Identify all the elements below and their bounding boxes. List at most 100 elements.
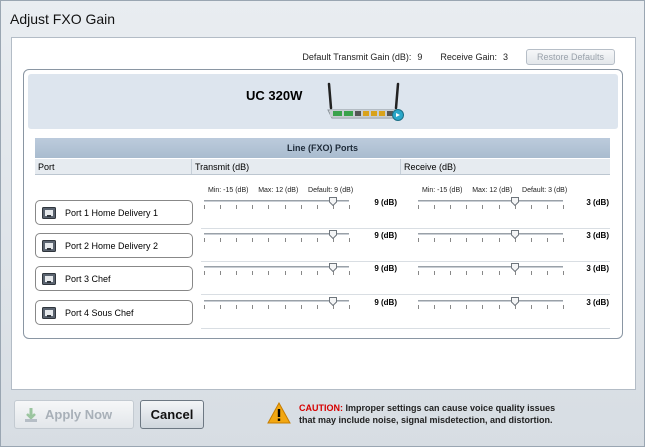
slider-tick (418, 238, 419, 242)
slider-tick (316, 271, 318, 275)
slider-ticks (204, 271, 350, 275)
slider-tick (546, 305, 548, 309)
transmit-max-label: Max: 12 (dB) (258, 187, 299, 194)
slider-track[interactable] (418, 300, 563, 302)
slider-tick (284, 238, 286, 242)
slider-track[interactable] (204, 200, 349, 202)
column-header-port: Port (35, 159, 192, 174)
slider-tick (466, 271, 468, 275)
slider-tick (204, 205, 205, 209)
slider-tick (482, 271, 484, 275)
port-name-box[interactable]: Port 4 Sous Chef (35, 300, 193, 325)
slider-track[interactable] (418, 200, 563, 202)
caution-label: CAUTION: (299, 403, 343, 413)
slider-tick (563, 238, 564, 242)
slider-tick (316, 305, 318, 309)
slider-tick (316, 205, 318, 209)
slider-tick (466, 238, 468, 242)
slider-tick (284, 305, 286, 309)
receive-value: 3 (dB) (586, 231, 609, 240)
slider-tick (236, 238, 238, 242)
transmit-gain-slider[interactable] (204, 197, 350, 211)
receive-gain-slider[interactable] (418, 197, 564, 211)
phone-jack-icon (42, 306, 56, 319)
transmit-gain-slider[interactable] (204, 230, 350, 244)
slider-thumb[interactable] (510, 197, 519, 207)
slider-tick (316, 238, 318, 242)
slider-track[interactable] (204, 233, 349, 235)
slider-tick (530, 271, 532, 275)
cancel-button[interactable]: Cancel (140, 400, 204, 429)
slider-tick (204, 271, 205, 275)
default-gain-bar: Default Transmit Gain (dB): 9 Receive Ga… (302, 49, 615, 65)
restore-defaults-button[interactable]: Restore Defaults (525, 49, 615, 65)
slider-tick (268, 305, 270, 309)
window-title: Adjust FXO Gain (10, 11, 116, 27)
slider-tick (482, 205, 484, 209)
slider-tick (498, 205, 500, 209)
slider-tick (284, 205, 286, 209)
transmit-min-label: Min: -15 (dB) (208, 187, 249, 194)
port-name-box[interactable]: Port 3 Chef (35, 266, 193, 291)
slider-ticks (204, 205, 350, 209)
receive-gain-slider[interactable] (418, 297, 564, 311)
slider-tick (349, 238, 350, 242)
slider-ticks (418, 305, 564, 309)
slider-track[interactable] (418, 233, 563, 235)
slider-tick (546, 205, 548, 209)
slider-ticks (418, 271, 564, 275)
caution-text: CAUTION: Improper settings can cause voi… (299, 402, 555, 426)
slider-tick (300, 271, 302, 275)
bottom-bar: Apply Now Cancel CAUTION: Improper setti… (1, 396, 644, 446)
slider-tick (236, 305, 238, 309)
slider-ticks (204, 305, 350, 309)
slider-thumb[interactable] (510, 230, 519, 240)
transmit-value: 9 (dB) (374, 264, 397, 273)
caution-line-1: Improper settings can cause voice qualit… (345, 403, 556, 413)
port-name-box[interactable]: Port 1 Home Delivery 1 (35, 200, 193, 225)
receive-gain-slider[interactable] (418, 230, 564, 244)
slider-tick (349, 271, 350, 275)
receive-value: 3 (dB) (586, 198, 609, 207)
transmit-gain-slider[interactable] (204, 297, 350, 311)
receive-gain-label: Receive Gain: (440, 52, 497, 62)
slider-tick (418, 205, 419, 209)
transmit-gain-slider[interactable] (204, 263, 350, 277)
router-device-image (327, 82, 404, 121)
column-header-receive: Receive (dB) (404, 162, 457, 172)
slider-tick (563, 271, 564, 275)
slider-tick (252, 205, 254, 209)
slider-track[interactable] (418, 266, 563, 268)
port-name-box[interactable]: Port 2 Home Delivery 2 (35, 233, 193, 258)
phone-jack-icon (42, 239, 56, 252)
slider-tick (482, 238, 484, 242)
transmit-default-label: Default: 9 (dB) (308, 187, 354, 194)
slider-track[interactable] (204, 266, 349, 268)
slider-tick (252, 271, 254, 275)
transmit-value: 9 (dB) (374, 231, 397, 240)
slider-thumb[interactable] (328, 230, 337, 240)
slider-tick (450, 271, 452, 275)
slider-thumb[interactable] (328, 297, 337, 307)
device-panel: UC 320W Line (FXO) Ports Port Transmit (… (23, 69, 623, 339)
slider-track[interactable] (204, 300, 349, 302)
slider-tick (300, 205, 302, 209)
slider-tick (482, 305, 484, 309)
slider-thumb[interactable] (328, 263, 337, 273)
table-header-row: Port Transmit (dB) Receive (dB) (35, 158, 610, 175)
slider-tick (300, 238, 302, 242)
receive-gain-slider[interactable] (418, 263, 564, 277)
transmit-value: 9 (dB) (374, 198, 397, 207)
slider-ticks (204, 238, 350, 242)
slider-tick (349, 205, 350, 209)
slider-tick (418, 271, 419, 275)
receive-value: 3 (dB) (586, 264, 609, 273)
slider-thumb[interactable] (510, 263, 519, 273)
apply-now-button[interactable]: Apply Now (14, 400, 134, 429)
slider-thumb[interactable] (328, 197, 337, 207)
slider-tick (563, 305, 564, 309)
slider-thumb[interactable] (510, 297, 519, 307)
port-label: Port 1 Home Delivery 1 (65, 207, 159, 218)
apply-now-label: Apply Now (45, 407, 113, 422)
slider-tick (268, 271, 270, 275)
